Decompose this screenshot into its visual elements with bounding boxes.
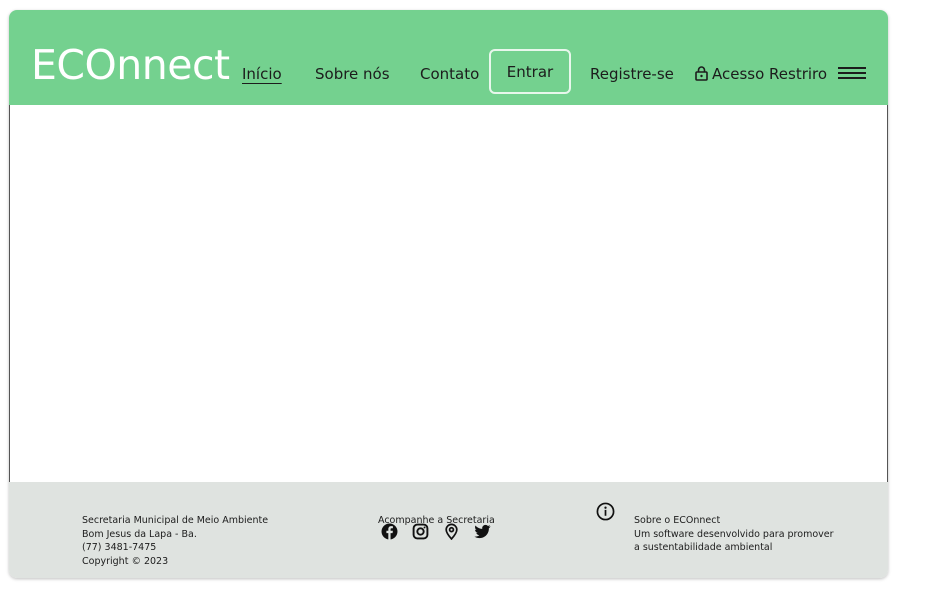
footer-phone: (77) 3481-7475 (82, 542, 157, 553)
entrar-button-label: Entrar (506, 62, 554, 81)
footer-address-line: Bom Jesus da Lapa - Ba. (82, 528, 197, 540)
footer-address-line: Secretaria Municipal de Meio Ambiente (82, 515, 269, 526)
brand-logo[interactable]: ECOnnect (31, 40, 230, 90)
nav-inicio[interactable]: Início (242, 64, 282, 84)
location-pin-icon[interactable] (443, 523, 460, 540)
info-icon (596, 502, 615, 521)
entrar-button[interactable]: Entrar (489, 49, 571, 94)
footer-about-line: Um software desenvolvido para promover (634, 528, 834, 540)
footer-about-title: Sobre o ECOnnect (634, 515, 721, 526)
page-frame: ECOnnect Início Sobre nós Contato Entrar… (9, 10, 888, 578)
instagram-icon[interactable] (412, 523, 429, 540)
hamburger-menu-icon[interactable] (838, 67, 866, 81)
lock-icon (695, 66, 708, 81)
facebook-icon[interactable] (381, 523, 398, 540)
social-links (381, 523, 491, 540)
footer-about-line: a sustentabilidade ambiental (634, 542, 773, 553)
footer-copyright: Copyright © 2023 (82, 555, 169, 567)
nav-registre-se[interactable]: Registre-se (590, 64, 674, 84)
main-content (9, 105, 888, 482)
nav-contato[interactable]: Contato (420, 64, 479, 84)
nav-sobre-nos[interactable]: Sobre nós (315, 64, 390, 84)
header-bar: ECOnnect Início Sobre nós Contato Entrar… (9, 10, 888, 105)
footer-about: Sobre o ECOnnect Um software desenvolvid… (634, 514, 834, 555)
twitter-icon[interactable] (474, 523, 491, 540)
nav-acesso-restrito[interactable]: Acesso Restriro (712, 64, 827, 84)
footer-address: Secretaria Municipal de Meio Ambiente Bo… (82, 514, 268, 568)
